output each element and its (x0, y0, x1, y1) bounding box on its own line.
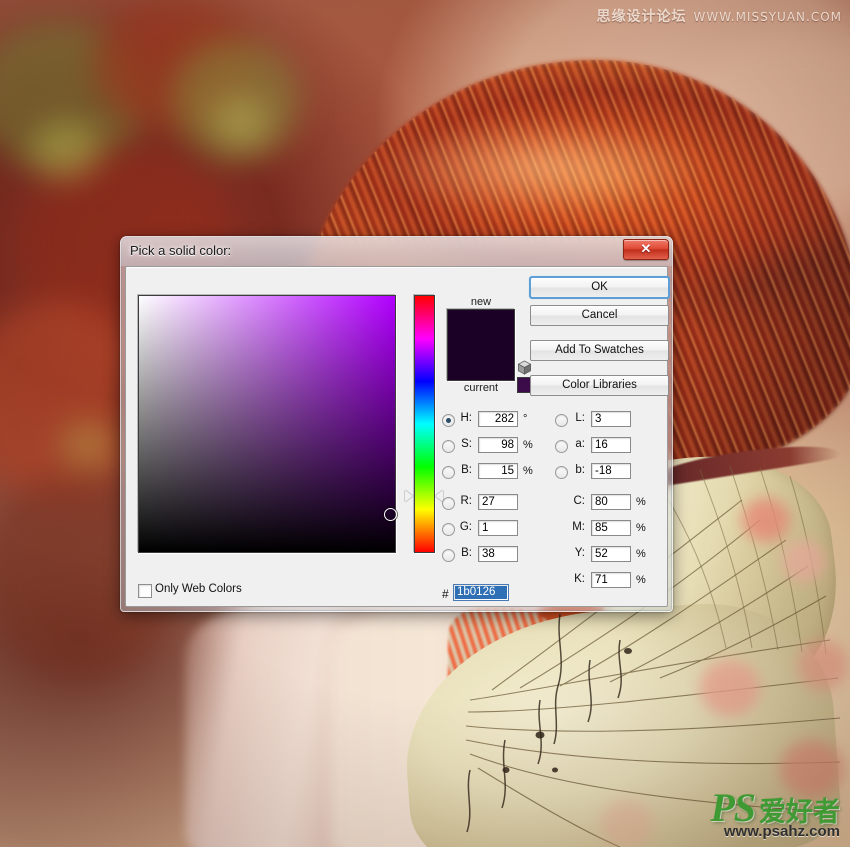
saturation-unit: % (523, 439, 533, 451)
hue-unit: ° (523, 413, 527, 425)
hue-radio[interactable] (442, 414, 455, 427)
green-radio[interactable] (442, 523, 455, 536)
web-safe-cube-icon[interactable] (517, 360, 532, 375)
current-color-label: current (446, 381, 516, 395)
logo-site-url: www.psahz.com (710, 824, 840, 839)
only-web-colors-label: Only Web Colors (155, 583, 242, 595)
saturation-label: S: (456, 438, 472, 450)
current-color-swatch[interactable] (448, 345, 514, 380)
sb-black-layer (139, 296, 395, 552)
black-unit: % (636, 574, 646, 586)
lab-a-radio[interactable] (555, 440, 568, 453)
magenta-label: M: (555, 521, 585, 533)
magenta-input[interactable]: 85 (591, 520, 631, 536)
yellow-label: Y: (555, 547, 585, 559)
dialog-title: Pick a solid color: (130, 243, 231, 258)
blue-radio[interactable] (442, 549, 455, 562)
hue-input[interactable]: 282 (478, 411, 518, 427)
saturation-input[interactable]: 98 (478, 437, 518, 453)
lab-b-label: b: (569, 464, 585, 476)
yellow-unit: % (636, 548, 646, 560)
lab-l-input[interactable]: 3 (591, 411, 631, 427)
color-picker-dialog: Pick a solid color: ✕ new current (120, 236, 673, 612)
hue-slider[interactable] (414, 295, 435, 553)
new-color-swatch[interactable] (448, 310, 514, 345)
watermark-logo: PS爱好者 www.psahz.com (710, 788, 840, 839)
color-preview-box[interactable] (447, 309, 515, 381)
new-color-label: new (446, 295, 516, 309)
close-icon: ✕ (624, 241, 668, 257)
hex-prefix: # (442, 587, 449, 601)
ok-button[interactable]: OK (530, 277, 669, 298)
dialog-client-area: new current OK Cancel Add To Swatches Co… (125, 266, 668, 607)
black-input[interactable]: 71 (591, 572, 631, 588)
saturation-radio[interactable] (442, 440, 455, 453)
watermark-top: 思缘设计论坛 WWW.MISSYUAN.COM (597, 6, 842, 26)
lab-b-input[interactable]: -18 (591, 463, 631, 479)
green-label: G: (456, 521, 472, 533)
lab-a-label: a: (569, 438, 585, 450)
brightness-radio[interactable] (442, 466, 455, 479)
close-button[interactable]: ✕ (623, 239, 669, 260)
cyan-unit: % (636, 496, 646, 508)
brightness-unit: % (523, 465, 533, 477)
hex-value: 1b0126 (455, 586, 507, 599)
blue-label: B: (456, 547, 472, 559)
brightness-label: B: (456, 464, 472, 476)
saturation-brightness-field[interactable] (138, 295, 396, 553)
cyan-label: C: (555, 495, 585, 507)
only-web-colors-checkbox[interactable] (138, 584, 152, 598)
lab-a-input[interactable]: 16 (591, 437, 631, 453)
brightness-input[interactable]: 15 (478, 463, 518, 479)
blue-input[interactable]: 38 (478, 546, 518, 562)
lab-b-radio[interactable] (555, 466, 568, 479)
green-input[interactable]: 1 (478, 520, 518, 536)
cancel-button[interactable]: Cancel (530, 305, 669, 326)
add-to-swatches-button[interactable]: Add To Swatches (530, 340, 669, 361)
red-radio[interactable] (442, 497, 455, 510)
hue-slider-arrow-left[interactable] (405, 490, 413, 502)
color-preview-group: new current (446, 295, 516, 395)
watermark-forum-name: 思缘设计论坛 (597, 9, 687, 25)
lab-l-radio[interactable] (555, 414, 568, 427)
magenta-unit: % (636, 522, 646, 534)
hue-label: H: (456, 412, 472, 424)
red-input[interactable]: 27 (478, 494, 518, 510)
red-label: R: (456, 495, 472, 507)
black-label: K: (555, 573, 585, 585)
hex-input[interactable]: 1b0126 (453, 584, 509, 601)
watermark-forum-url: WWW.MISSYUAN.COM (694, 10, 842, 24)
color-libraries-button[interactable]: Color Libraries (530, 375, 669, 396)
yellow-input[interactable]: 52 (591, 546, 631, 562)
cyan-input[interactable]: 80 (591, 494, 631, 510)
lab-l-label: L: (569, 412, 585, 424)
